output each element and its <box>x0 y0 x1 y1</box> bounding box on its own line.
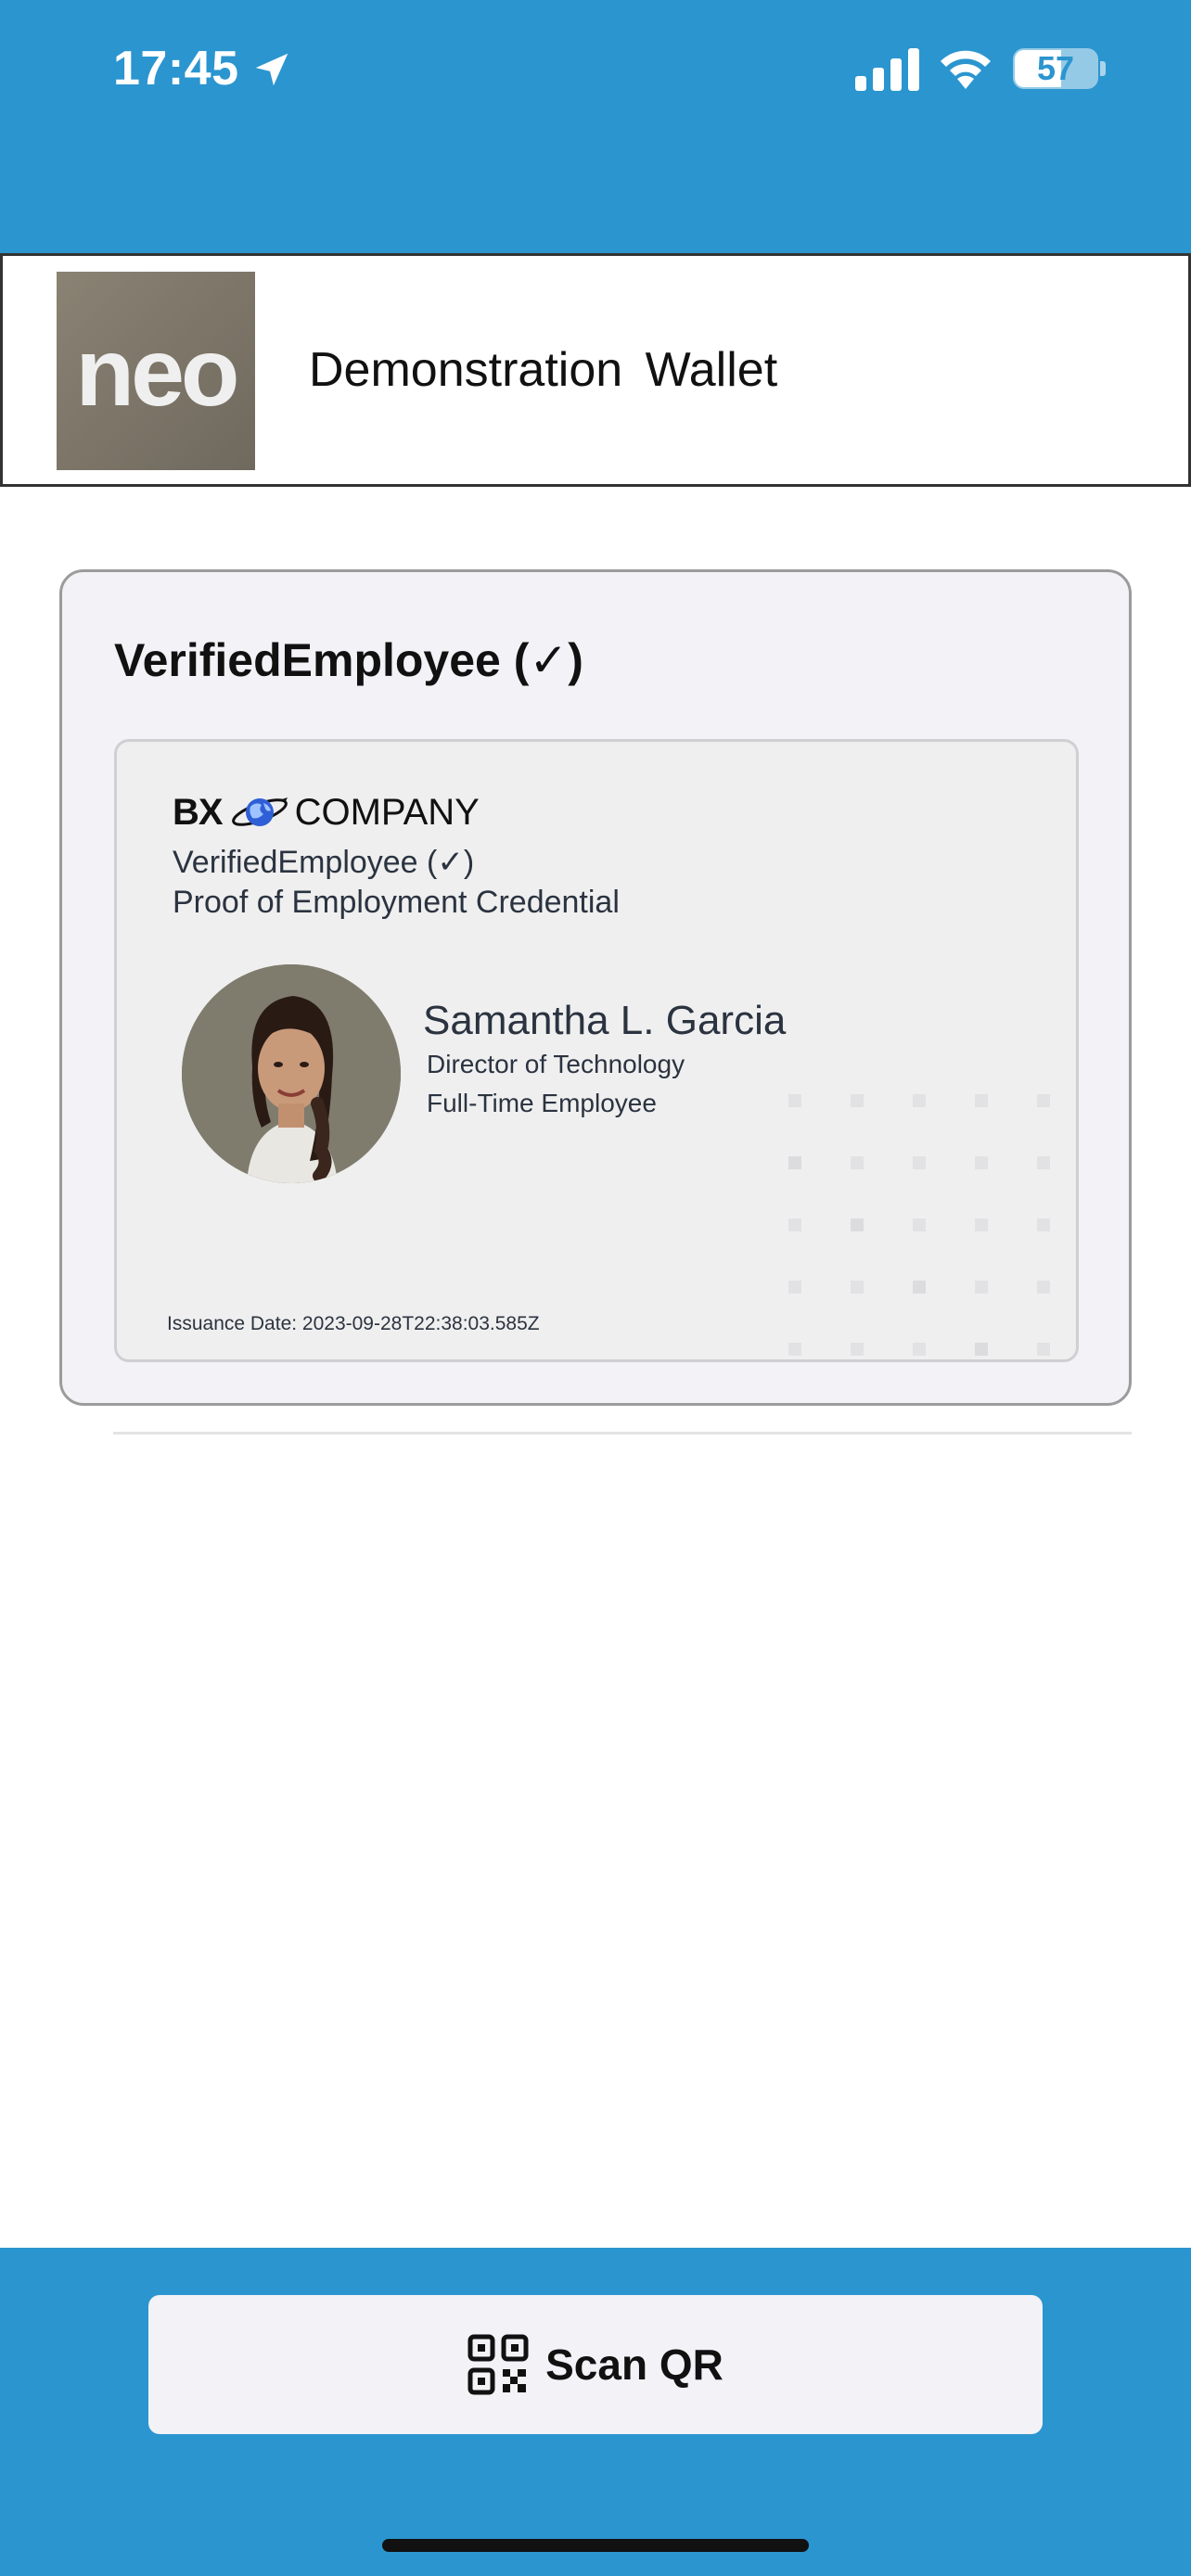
wallet-title: Demonstration Wallet <box>309 343 778 397</box>
battery-icon: 57 <box>1013 48 1098 89</box>
wallet-logo: neo <box>57 272 255 470</box>
holder-role: Director of Technology <box>427 1050 685 1078</box>
location-arrow-icon <box>255 53 288 86</box>
battery-percentage: 57 <box>1036 49 1075 87</box>
holder-name: Samantha L. Garcia <box>423 998 787 1043</box>
holder-employment-status: Full-Time Employee <box>427 1089 657 1117</box>
status-time: 17:45 <box>113 42 239 96</box>
wallet-header: neo Demonstration Wallet <box>0 253 1191 487</box>
issuance-date: Issuance Date: 2023-09-28T22:38:03.585Z <box>167 1313 540 1334</box>
wifi-icon <box>941 50 991 89</box>
battery-cap <box>1100 61 1106 76</box>
home-indicator[interactable] <box>382 2539 809 2552</box>
credential-card-title: VerifiedEmployee (✓) <box>114 634 583 686</box>
credential-preview[interactable]: BX COMPANY VerifiedEmployee (✓) Proof of… <box>114 739 1079 1362</box>
qr-code-icon <box>467 2334 529 2395</box>
company-logo: BX COMPANY <box>173 790 480 835</box>
company-prefix: BX <box>173 791 224 833</box>
globe-icon <box>231 797 288 826</box>
company-name: COMPANY <box>294 791 480 833</box>
scan-qr-label: Scan QR <box>545 2340 724 2389</box>
list-divider <box>113 1432 1132 1435</box>
portrait-photo <box>182 964 401 1183</box>
top-blue-band: 17:45 57 <box>0 0 1191 253</box>
credential-card[interactable]: VerifiedEmployee (✓) BX COMPANY Verified… <box>59 569 1132 1406</box>
cellular-signal-icon <box>855 48 919 91</box>
logo-text: neo <box>75 319 240 427</box>
status-bar: 17:45 57 <box>0 0 1191 139</box>
holder-avatar <box>182 964 401 1183</box>
credential-type: VerifiedEmployee (✓) <box>173 845 475 880</box>
bottom-bar: Scan QR <box>0 2248 1191 2576</box>
credential-description: Proof of Employment Credential <box>173 885 620 920</box>
scan-qr-button[interactable]: Scan QR <box>148 2295 1043 2434</box>
dot-pattern-decoration <box>788 1094 1050 1356</box>
